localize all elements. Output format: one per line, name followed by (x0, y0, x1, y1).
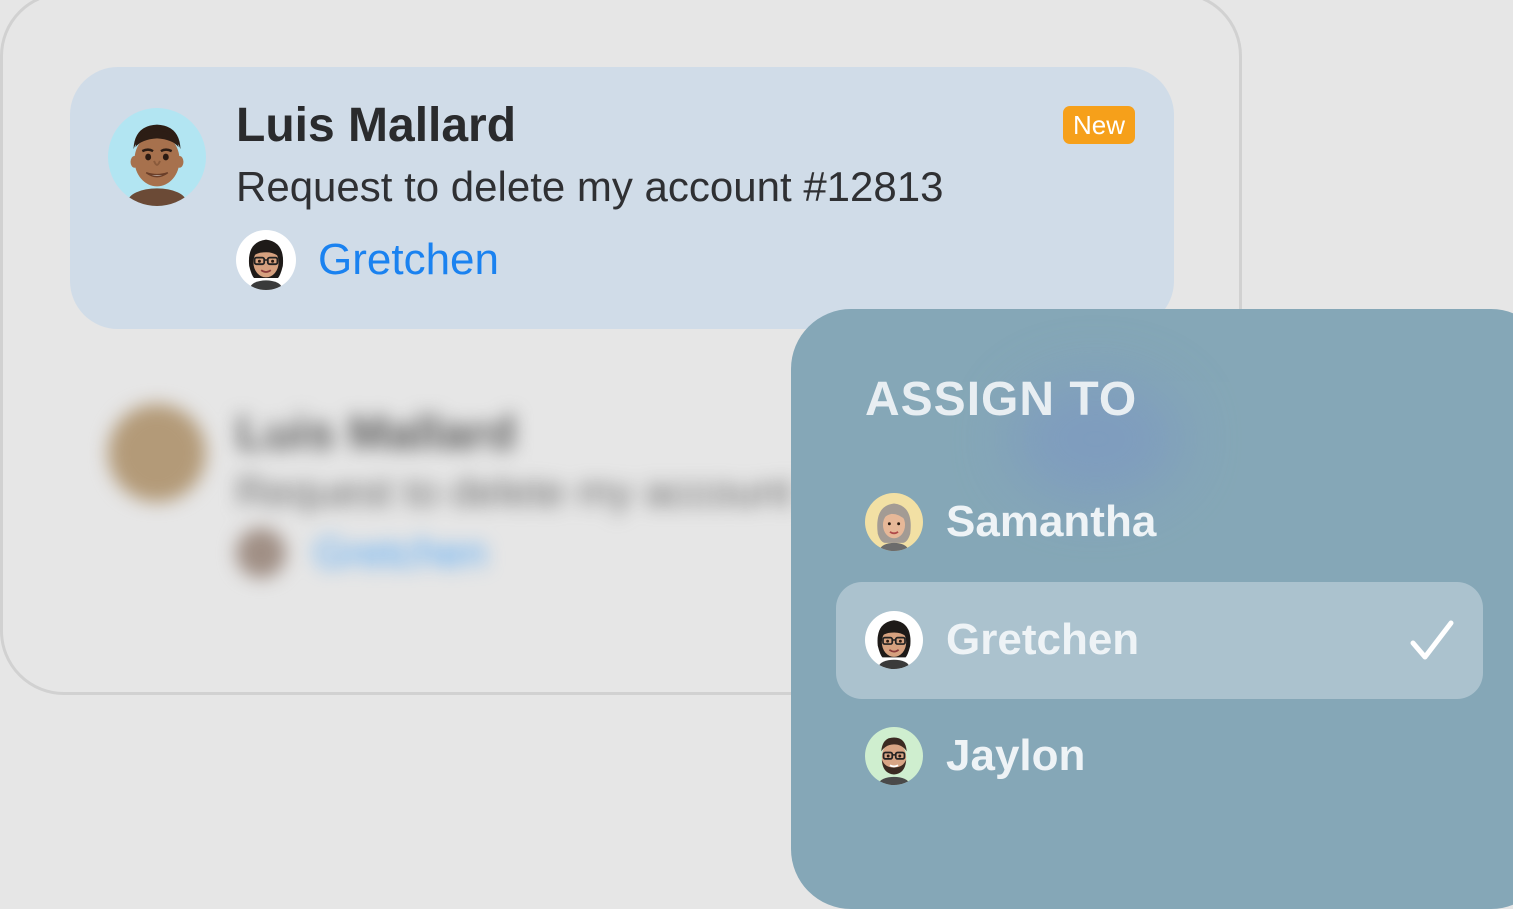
menu-item-label: Jaylon (946, 731, 1086, 780)
woman-glasses-memoji-icon (248, 239, 284, 290)
samantha-avatar (865, 493, 923, 551)
customer-avatar (108, 404, 206, 502)
ticket-assignee[interactable]: Gretchen (236, 230, 499, 290)
ticket-subject: Request to delete my account (236, 468, 792, 515)
menu-title: ASSIGN TO (865, 373, 1138, 426)
customer-avatar (108, 108, 206, 206)
woman-gray-hair-memoji-icon (877, 503, 911, 551)
customer-name: Luis Mallard (236, 407, 517, 460)
jaylon-avatar (865, 727, 923, 785)
menu-item-jaylon[interactable]: Jaylon (836, 698, 1483, 815)
ticket-card-blurred: Luis Mallard Request to delete my accoun… (70, 360, 870, 620)
menu-item-label: Samantha (946, 497, 1157, 546)
ticket-card[interactable]: Luis Mallard Request to delete my accoun… (70, 67, 1174, 329)
ticket-subject: Request to delete my account #12813 (236, 163, 944, 210)
menu-item-gretchen[interactable]: Gretchen (836, 582, 1483, 699)
status-badge: New (1062, 106, 1135, 144)
ticket-assignee: Gretchen (236, 528, 487, 578)
man-beard-glasses-memoji-icon (878, 737, 910, 785)
assign-to-menu: ASSIGN TO Samantha Gretchen Jaylon (791, 309, 1513, 909)
menu-item-samantha[interactable]: Samantha (836, 464, 1483, 581)
checkmark-icon (1410, 620, 1454, 660)
assignee-avatar (236, 528, 286, 578)
assignee-name-link[interactable]: Gretchen (318, 235, 499, 285)
assignee-name-link: Gretchen (314, 529, 487, 576)
gretchen-avatar (865, 611, 923, 669)
assignee-avatar (236, 230, 296, 290)
menu-item-label: Gretchen (946, 615, 1140, 664)
man-memoji-icon (127, 124, 187, 206)
woman-glasses-memoji-icon (877, 620, 911, 669)
customer-name: Luis Mallard (236, 99, 517, 152)
